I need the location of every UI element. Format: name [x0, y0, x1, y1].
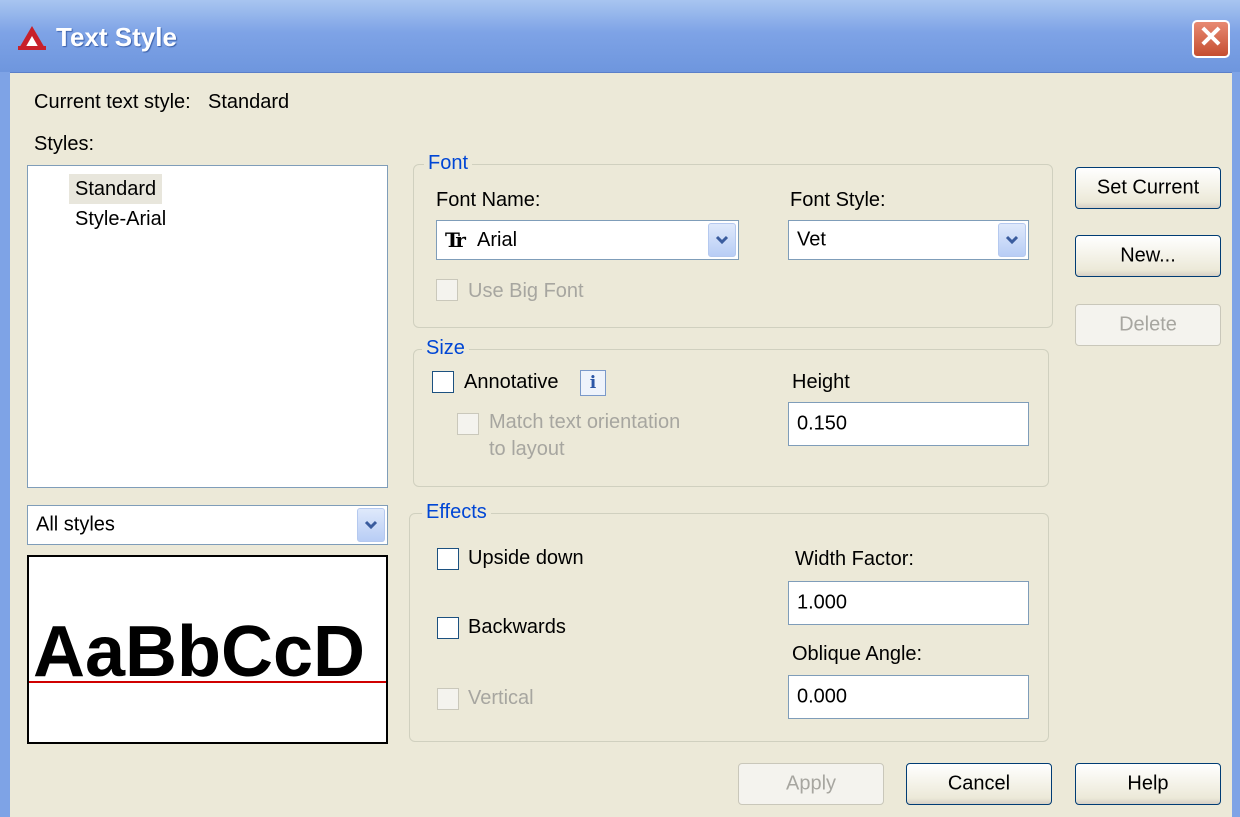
- oblique-angle-input[interactable]: 0.000: [788, 675, 1029, 719]
- use-big-font-checkbox[interactable]: [436, 279, 458, 301]
- cancel-label: Cancel: [947, 772, 1011, 795]
- help-label: Help: [1127, 772, 1169, 795]
- size-group-title: Size: [422, 337, 469, 360]
- backwards-label: Backwards: [468, 616, 566, 638]
- font-name-value: Arial: [477, 229, 518, 251]
- styles-listbox[interactable]: Standard Style-Arial: [27, 165, 388, 488]
- delete-label: Delete: [1119, 313, 1177, 336]
- upside-down-label: Upside down: [468, 547, 584, 569]
- new-label: New...: [1120, 244, 1176, 267]
- help-button[interactable]: Help: [1075, 763, 1221, 805]
- style-preview: AaBbCcD: [27, 555, 388, 744]
- match-orientation-label-line2: to layout: [489, 438, 565, 460]
- styles-label: Styles:: [34, 133, 95, 155]
- delete-button[interactable]: Delete: [1075, 304, 1221, 346]
- styles-filter-value: All styles: [36, 513, 115, 536]
- font-style-label: Font Style:: [790, 189, 886, 211]
- new-button[interactable]: New...: [1075, 235, 1221, 277]
- match-orientation-label-line1: Match text orientation: [489, 411, 681, 433]
- autocad-app-icon: [18, 26, 46, 50]
- font-style-dropdown[interactable]: Vet: [788, 220, 1029, 260]
- styles-filter-dropdown[interactable]: All styles: [27, 505, 388, 545]
- use-big-font-label: Use Big Font: [468, 280, 584, 302]
- chevron-down-icon[interactable]: [708, 223, 736, 257]
- info-icon[interactable]: i: [580, 370, 606, 396]
- current-style-label: Current text style:: [34, 91, 191, 113]
- window-frame-left: [0, 72, 10, 817]
- width-factor-input[interactable]: 1.000: [788, 581, 1029, 625]
- annotative-label: Annotative: [464, 371, 559, 393]
- preview-baseline: [29, 681, 386, 683]
- chevron-down-icon[interactable]: [357, 508, 385, 542]
- current-style-value: Standard: [208, 91, 290, 113]
- set-current-label: Set Current: [1096, 176, 1200, 199]
- width-factor-label: Width Factor:: [795, 548, 914, 570]
- backwards-checkbox[interactable]: [437, 617, 459, 639]
- apply-label: Apply: [785, 772, 837, 795]
- chevron-down-icon[interactable]: [998, 223, 1026, 257]
- oblique-angle-value: 0.000: [797, 685, 848, 708]
- window-frame-right: [1232, 72, 1240, 817]
- window-title: Text Style: [56, 22, 177, 52]
- height-label: Height: [792, 371, 850, 393]
- vertical-checkbox[interactable]: [437, 688, 459, 710]
- truetype-font-icon: Tr: [445, 228, 466, 252]
- font-style-value: Vet: [797, 228, 826, 251]
- match-orientation-checkbox[interactable]: [457, 413, 479, 435]
- apply-button[interactable]: Apply: [738, 763, 884, 805]
- height-input[interactable]: 0.150: [788, 402, 1029, 446]
- close-icon: ✕: [1198, 21, 1224, 54]
- height-value: 0.150: [797, 412, 848, 435]
- font-name-label: Font Name:: [436, 189, 541, 211]
- width-factor-value: 1.000: [797, 591, 848, 614]
- font-name-dropdown[interactable]: Tr Arial: [436, 220, 739, 260]
- style-item-style-arial[interactable]: Style-Arial: [75, 208, 166, 231]
- set-current-button[interactable]: Set Current: [1075, 167, 1221, 209]
- vertical-label: Vertical: [468, 687, 534, 709]
- font-group-title: Font: [424, 152, 473, 175]
- title-bar[interactable]: Text Style ✕: [0, 0, 1240, 73]
- cancel-button[interactable]: Cancel: [906, 763, 1052, 805]
- style-item-standard[interactable]: Standard: [69, 174, 163, 204]
- annotative-checkbox[interactable]: [432, 371, 454, 393]
- effects-group-title: Effects: [422, 501, 491, 524]
- close-button[interactable]: ✕: [1192, 20, 1230, 58]
- oblique-angle-label: Oblique Angle:: [792, 643, 923, 665]
- upside-down-checkbox[interactable]: [437, 548, 459, 570]
